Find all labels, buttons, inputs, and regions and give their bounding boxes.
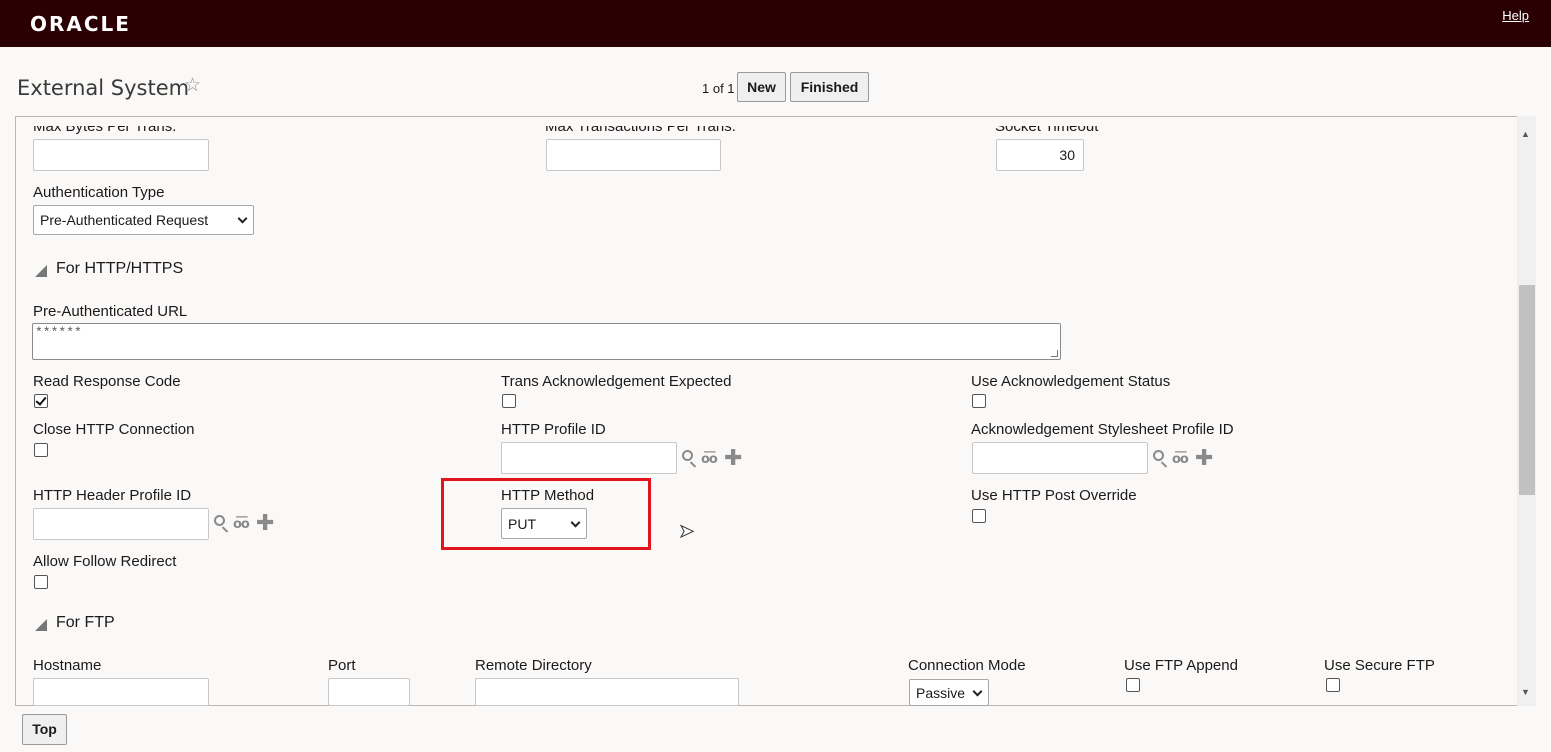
http-header-profile-input[interactable] [33,508,209,540]
max-transactions-input[interactable] [546,139,721,171]
add-icon[interactable]: ✚ [256,513,274,535]
auth-type-value: Pre-Authenticated Request [40,212,209,228]
section-title-http[interactable]: For HTTP/HTTPS [56,260,183,278]
close-http-connection-checkbox[interactable] [34,443,48,457]
page-title: External System [17,76,190,100]
http-header-profile-label: HTTP Header Profile ID [33,487,192,504]
port-label: Port [328,657,356,674]
use-ack-status-checkbox[interactable] [972,394,986,408]
chevron-down-icon [237,213,248,224]
hostname-label: Hostname [33,657,102,674]
socket-timeout-input[interactable]: 30 [996,139,1084,171]
close-http-connection-label: Close HTTP Connection [33,421,195,438]
glasses-icon[interactable]: ᴏ͞ᴏ [233,517,250,532]
pre-auth-url-label: Pre-Authenticated URL [33,303,188,320]
read-response-code-label: Read Response Code [33,373,181,390]
hostname-input[interactable] [33,678,209,706]
allow-follow-redirect-checkbox[interactable] [34,575,48,589]
collapse-triangle-icon[interactable] [35,619,47,631]
connection-mode-select[interactable]: Passive [909,679,989,706]
use-secure-ftp-checkbox[interactable] [1326,678,1340,692]
use-http-post-override-checkbox[interactable] [972,509,986,523]
record-count: 1 of 1 [702,81,735,96]
search-icon[interactable] [1153,450,1169,468]
pre-auth-url-textarea[interactable]: ****** [32,323,1061,360]
search-icon[interactable] [682,450,698,468]
collapse-triangle-icon[interactable] [35,265,47,277]
new-button[interactable]: New [737,72,786,102]
glasses-icon[interactable]: ᴏ͞ᴏ [701,452,718,467]
http-profile-id-input[interactable] [501,442,677,474]
resize-grip-icon[interactable] [1051,350,1058,357]
top-button[interactable]: Top [22,714,67,745]
scrollbar-thumb[interactable] [1519,285,1535,495]
use-ack-status-label: Use Acknowledgement Status [971,373,1171,390]
scroll-down-arrow-icon[interactable]: ▼ [1521,687,1530,697]
top-bar: ORACLE Help [0,0,1551,47]
max-bytes-input[interactable] [33,139,209,171]
port-input[interactable] [328,678,410,706]
mouse-cursor-icon: ➤ [678,521,695,542]
use-http-post-override-label: Use HTTP Post Override [971,487,1137,504]
remote-directory-input[interactable] [475,678,739,706]
oracle-logo: ORACLE [30,12,131,36]
connection-mode-value: Passive [916,684,966,701]
chevron-down-icon [972,686,983,697]
search-icon[interactable] [214,515,230,533]
http-method-label: HTTP Method [501,487,595,504]
http-profile-id-label: HTTP Profile ID [501,421,606,438]
ack-stylesheet-profile-input[interactable] [972,442,1148,474]
trans-ack-expected-label: Trans Acknowledgement Expected [501,373,732,390]
remote-directory-label: Remote Directory [475,657,592,674]
section-title-ftp[interactable]: For FTP [56,614,115,632]
pre-auth-url-value: ****** [35,325,82,340]
http-method-value: PUT [508,515,536,532]
trans-ack-expected-checkbox[interactable] [502,394,516,408]
add-icon[interactable]: ✚ [1195,448,1213,470]
use-ftp-append-checkbox[interactable] [1126,678,1140,692]
allow-follow-redirect-label: Allow Follow Redirect [33,553,177,570]
ack-stylesheet-profile-label: Acknowledgement Stylesheet Profile ID [971,421,1234,438]
scroll-up-arrow-icon[interactable]: ▲ [1521,129,1530,139]
add-icon[interactable]: ✚ [724,448,742,470]
star-icon[interactable]: ☆ [184,74,201,97]
auth-type-select[interactable]: Pre-Authenticated Request [33,205,254,235]
help-link[interactable]: Help [1502,8,1529,23]
use-ftp-append-label: Use FTP Append [1124,657,1238,674]
chevron-down-icon [570,517,581,528]
connection-mode-label: Connection Mode [908,657,1026,674]
finished-button[interactable]: Finished [790,72,869,102]
auth-type-label: Authentication Type [33,184,165,201]
glasses-icon[interactable]: ᴏ͞ᴏ [1172,452,1189,467]
http-method-select[interactable]: PUT [501,508,587,539]
read-response-code-checkbox[interactable] [34,394,48,408]
use-secure-ftp-label: Use Secure FTP [1324,657,1435,674]
